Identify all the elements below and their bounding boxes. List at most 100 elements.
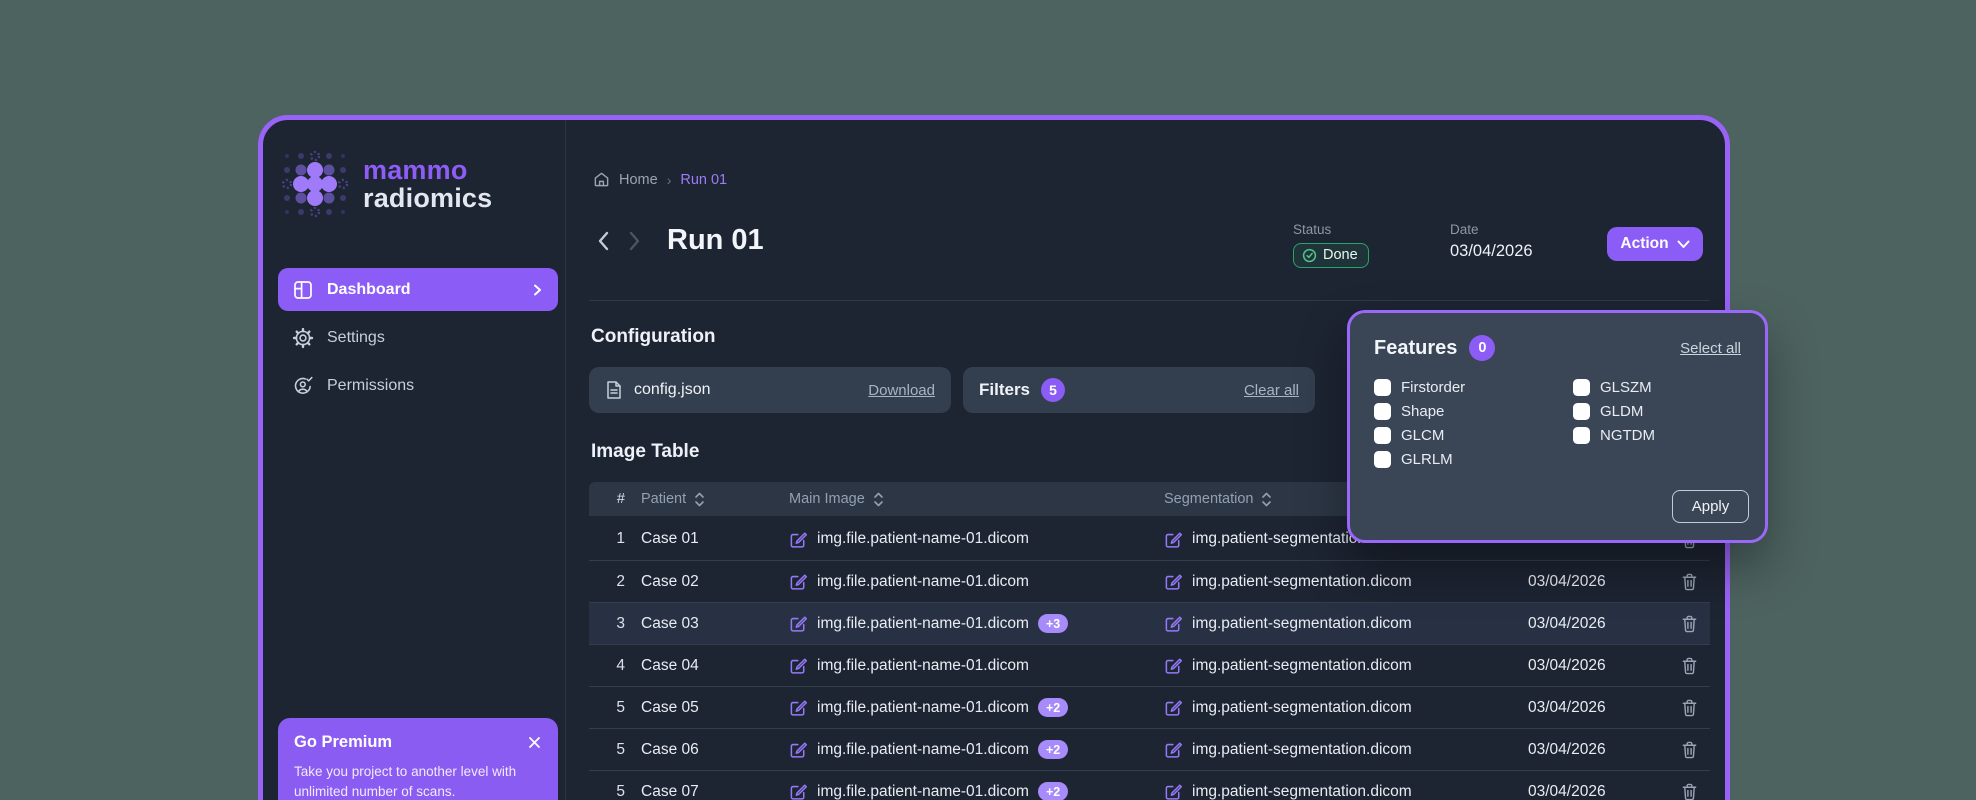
row-segmentation-name: img.patient-segmentation.dicom	[1192, 698, 1412, 716]
row-date: 03/04/2026	[1528, 572, 1606, 590]
row-patient: Case 05	[641, 698, 699, 716]
edit-icon[interactable]	[1164, 572, 1183, 591]
delete-row-button[interactable]	[1668, 572, 1710, 591]
delete-row-button[interactable]	[1668, 740, 1710, 759]
edit-icon[interactable]	[789, 614, 808, 633]
action-button[interactable]: Action	[1607, 227, 1703, 261]
sidebar-item-dashboard[interactable]: Dashboard	[278, 268, 558, 311]
date-label: Date	[1450, 222, 1479, 237]
breadcrumb-separator-icon: ›	[666, 171, 672, 188]
forward-button[interactable]	[623, 228, 645, 254]
row-num: 5	[616, 740, 625, 758]
feature-checkbox[interactable]	[1573, 379, 1590, 396]
feature-option: Firstorder	[1374, 379, 1573, 396]
table-row[interactable]: 4 Case 04 img.file.patient-name-01.dicom…	[589, 644, 1710, 686]
sort-icon	[873, 492, 884, 507]
column-header-main-image[interactable]: Main Image	[789, 491, 1164, 507]
back-button[interactable]	[593, 228, 615, 254]
row-date: 03/04/2026	[1528, 656, 1606, 674]
column-header-patient[interactable]: Patient	[625, 491, 789, 507]
configuration-heading: Configuration	[591, 326, 716, 347]
edit-icon[interactable]	[1164, 614, 1183, 633]
feature-checkbox[interactable]	[1374, 403, 1391, 420]
table-row[interactable]: 5 Case 05 img.file.patient-name-01.dicom…	[589, 686, 1710, 728]
edit-icon[interactable]	[1164, 782, 1183, 800]
feature-checkbox[interactable]	[1374, 379, 1391, 396]
row-num: 1	[616, 530, 625, 547]
feature-option-label: GLSZM	[1600, 379, 1652, 396]
premium-description: Take you project to another level with u…	[294, 764, 517, 799]
feature-checkbox[interactable]	[1374, 451, 1391, 468]
table-row[interactable]: 5 Case 06 img.file.patient-name-01.dicom…	[589, 728, 1710, 770]
sidebar-nav: Dashboard Settings Permissions	[278, 268, 558, 407]
delete-row-button[interactable]	[1668, 614, 1710, 633]
row-main-image-name: img.file.patient-name-01.dicom	[817, 698, 1029, 716]
edit-icon[interactable]	[1164, 656, 1183, 675]
table-row[interactable]: 2 Case 02 img.file.patient-name-01.dicom…	[589, 560, 1710, 602]
feature-option: GLDM	[1573, 403, 1655, 420]
config-filename: config.json	[634, 381, 711, 398]
row-num: 5	[616, 698, 625, 716]
feature-option-label: Firstorder	[1401, 379, 1466, 396]
feature-option-label: GLCM	[1401, 427, 1445, 444]
row-patient: Case 03	[641, 614, 699, 632]
feature-checkbox[interactable]	[1573, 403, 1590, 420]
sidebar-item-settings[interactable]: Settings	[278, 316, 558, 359]
sidebar-item-permissions[interactable]: Permissions	[278, 364, 558, 407]
edit-icon[interactable]	[1164, 698, 1183, 717]
header-divider	[589, 300, 1710, 301]
edit-icon[interactable]	[789, 656, 808, 675]
edit-icon[interactable]	[789, 782, 808, 800]
edit-icon[interactable]	[789, 572, 808, 591]
feature-checkbox[interactable]	[1573, 427, 1590, 444]
row-date: 03/04/2026	[1528, 698, 1606, 716]
row-main-image-name: img.file.patient-name-01.dicom	[817, 656, 1029, 674]
row-patient: Case 01	[641, 530, 699, 547]
table-row[interactable]: 3 Case 03 img.file.patient-name-01.dicom…	[589, 602, 1710, 644]
brand-line2: radiomics	[363, 183, 493, 213]
features-popup: Features 0 Select all Firstorder Shape G…	[1347, 310, 1768, 543]
feature-option: GLRLM	[1374, 451, 1573, 468]
edit-icon[interactable]	[789, 698, 808, 717]
row-patient: Case 02	[641, 572, 699, 590]
row-date: 03/04/2026	[1528, 740, 1606, 758]
row-extra-badge[interactable]: +2	[1037, 782, 1069, 800]
row-extra-badge[interactable]: +3	[1037, 614, 1069, 633]
delete-row-button[interactable]	[1668, 782, 1710, 800]
edit-icon[interactable]	[789, 530, 808, 549]
row-patient: Case 07	[641, 782, 699, 800]
row-extra-badge[interactable]: +2	[1037, 740, 1069, 759]
row-main-image-name: img.file.patient-name-01.dicom	[817, 614, 1029, 632]
page-title: Run 01	[667, 224, 764, 256]
apply-button[interactable]: Apply	[1672, 490, 1749, 523]
feature-option: Shape	[1374, 403, 1573, 420]
row-main-image-name: img.file.patient-name-01.dicom	[817, 782, 1029, 800]
filters-count-badge: 5	[1041, 378, 1066, 402]
table-row[interactable]: 5 Case 07 img.file.patient-name-01.dicom…	[589, 770, 1710, 800]
edit-icon[interactable]	[1164, 530, 1183, 549]
sidebar: mammo radiomics Dashboard Settings Permi…	[263, 120, 566, 800]
home-icon	[593, 171, 610, 188]
row-patient: Case 04	[641, 656, 699, 674]
row-num: 5	[616, 782, 625, 800]
row-segmentation-name: img.patient-segmentation.dicom	[1192, 572, 1412, 590]
delete-row-button[interactable]	[1668, 698, 1710, 717]
feature-checkbox[interactable]	[1374, 427, 1391, 444]
image-table-heading: Image Table	[591, 441, 700, 462]
date-block: Date 03/04/2026	[1450, 222, 1533, 261]
select-all-link[interactable]: Select all	[1680, 340, 1741, 357]
delete-row-button[interactable]	[1668, 656, 1710, 675]
sidebar-item-label: Settings	[327, 328, 385, 346]
close-icon[interactable]	[527, 735, 542, 750]
edit-icon[interactable]	[1164, 740, 1183, 759]
edit-icon[interactable]	[789, 740, 808, 759]
sort-icon	[694, 492, 705, 507]
breadcrumb-home[interactable]: Home	[619, 172, 658, 188]
clear-all-link[interactable]: Clear all	[1244, 382, 1299, 399]
row-segmentation-name: img.patient-segmentation.dicom	[1192, 614, 1412, 632]
download-link[interactable]: Download	[868, 382, 935, 399]
row-segmentation-name: img.patient-segmentation.dicom	[1192, 656, 1412, 674]
features-title: Features	[1374, 336, 1458, 359]
row-extra-badge[interactable]: +2	[1037, 698, 1069, 717]
row-main-image-name: img.file.patient-name-01.dicom	[817, 740, 1029, 758]
